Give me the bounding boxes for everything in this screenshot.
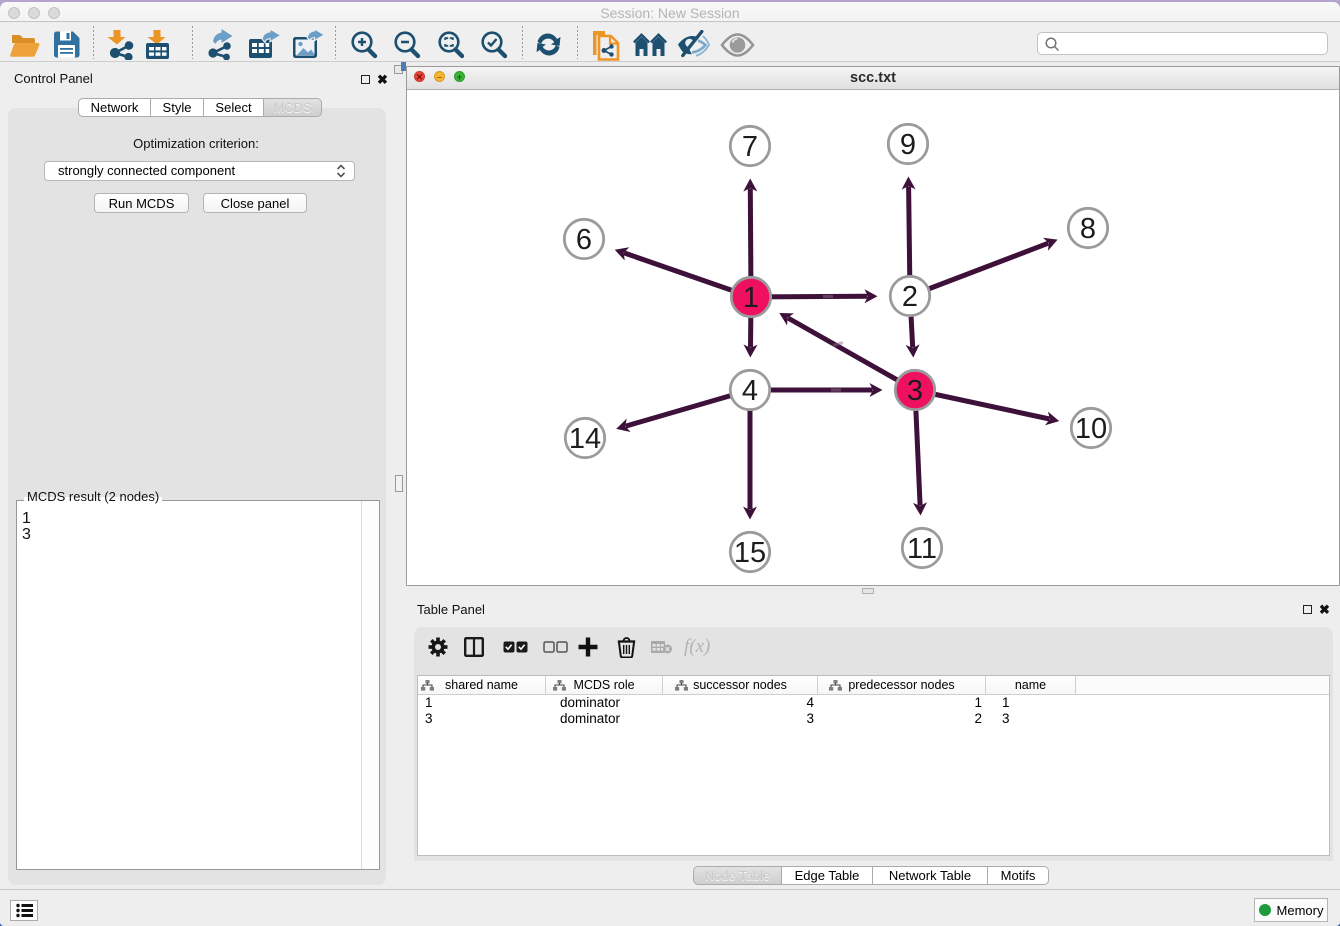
svg-text:10: 10: [1075, 413, 1107, 445]
svg-text:14: 14: [569, 423, 601, 455]
svg-text:1: 1: [743, 282, 759, 314]
svg-text:4: 4: [742, 375, 758, 407]
svg-text:15: 15: [734, 537, 766, 569]
svg-text:2: 2: [902, 281, 918, 313]
svg-text:11: 11: [907, 533, 937, 565]
svg-text:9: 9: [900, 129, 916, 161]
svg-text:3: 3: [907, 375, 923, 407]
svg-text:7: 7: [742, 131, 758, 163]
svg-text:6: 6: [576, 224, 592, 256]
svg-text:8: 8: [1080, 213, 1096, 245]
